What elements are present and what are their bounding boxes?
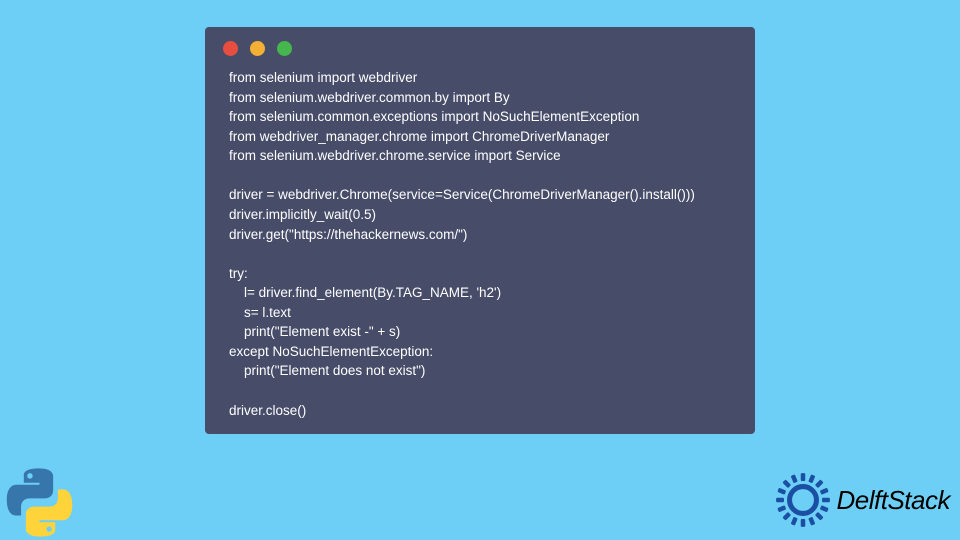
- code-line: print("Element exist -" + s): [229, 324, 400, 339]
- code-line: from webdriver_manager.chrome import Chr…: [229, 129, 609, 144]
- code-line: from selenium.webdriver.chrome.service i…: [229, 148, 561, 163]
- code-content: from selenium import webdriver from sele…: [205, 64, 755, 420]
- gear-icon: [775, 472, 831, 528]
- code-line: try:: [229, 266, 248, 281]
- python-logo-icon: [2, 465, 77, 540]
- code-line: from selenium.common.exceptions import N…: [229, 109, 639, 124]
- code-line: except NoSuchElementException:: [229, 344, 433, 359]
- brand-name: DelftStack: [837, 485, 951, 516]
- maximize-icon: [277, 41, 292, 56]
- code-line: print("Element does not exist"): [229, 363, 425, 378]
- code-line: from selenium.webdriver.common.by import…: [229, 90, 510, 105]
- minimize-icon: [250, 41, 265, 56]
- code-line: driver = webdriver.Chrome(service=Servic…: [229, 187, 695, 202]
- code-window: from selenium import webdriver from sele…: [205, 27, 755, 434]
- code-line: driver.get("https://thehackernews.com/"): [229, 227, 467, 242]
- close-icon: [223, 41, 238, 56]
- code-line: l= driver.find_element(By.TAG_NAME, 'h2'…: [229, 285, 501, 300]
- code-line: from selenium import webdriver: [229, 70, 417, 85]
- brand-logo: DelftStack: [775, 472, 951, 528]
- code-line: driver.close(): [229, 403, 306, 418]
- code-line: s= l.text: [229, 305, 291, 320]
- code-line: driver.implicitly_wait(0.5): [229, 207, 376, 222]
- window-controls: [205, 27, 755, 64]
